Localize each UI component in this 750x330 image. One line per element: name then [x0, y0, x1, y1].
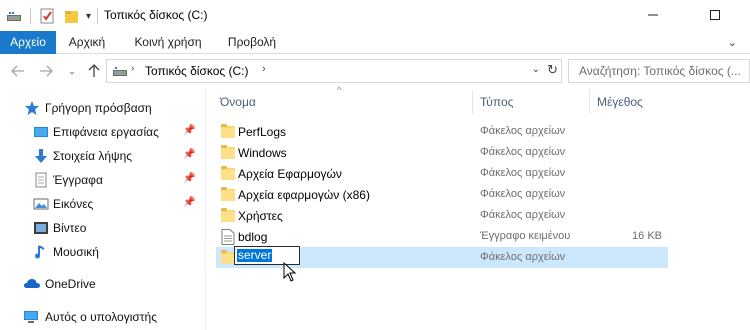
file-type: Φάκελος αρχείων: [480, 167, 566, 179]
nav-item-desktop[interactable]: Επιφάνεια εργασίας 📌: [0, 121, 204, 143]
nav-item-label: Στοιχεία λήψης: [53, 149, 133, 163]
column-header-type[interactable]: Τύπος: [473, 88, 589, 116]
ribbon-tabs: Αρχείο Αρχική Κοινή χρήση Προβολή ⌄: [0, 31, 750, 54]
file-name: Χρήστες: [238, 209, 283, 223]
pictures-icon: [33, 196, 49, 212]
nav-item-label: OneDrive: [45, 277, 96, 291]
folder-icon: [221, 250, 235, 264]
address-bar[interactable]: › Τοπικός δίσκος (C:) › ⌄ ↻: [106, 59, 562, 83]
drive-icon: [112, 64, 128, 81]
nav-item-quick-access[interactable]: Γρήγορη πρόσβαση: [0, 97, 204, 119]
properties-icon[interactable]: [40, 7, 55, 25]
file-type: Φάκελος αρχείων: [480, 125, 566, 137]
file-type: Έγγραφο κειμένου: [480, 230, 571, 242]
nav-item-label: Εικόνες: [53, 197, 94, 211]
nav-item-pictures[interactable]: Εικόνες 📌: [0, 193, 204, 215]
file-type: Φάκελος αρχείων: [480, 209, 566, 221]
nav-item-onedrive[interactable]: OneDrive: [0, 273, 204, 295]
mouse-cursor-icon: [283, 261, 297, 285]
navigation-bar: ⌄ › Τοπικός δίσκος (C:) › ⌄ ↻ Αναζήτηση:…: [0, 54, 750, 88]
chevron-right-icon[interactable]: ›: [131, 63, 134, 74]
title-bar: ▾ Τοπικός δίσκος (C:): [0, 0, 750, 31]
file-row[interactable]: Windows Φάκελος αρχείων: [216, 142, 668, 163]
navigation-pane: Γρήγορη πρόσβαση Επιφάνεια εργασίας 📌 Στ…: [0, 88, 204, 330]
search-placeholder: Αναζήτηση: Τοπικός δίσκος (...: [579, 64, 741, 78]
nav-item-label: Επιφάνεια εργασίας: [53, 125, 159, 139]
desktop-icon: [33, 124, 49, 140]
nav-item-label: Μουσική: [53, 245, 99, 259]
rename-selected-text: server: [237, 248, 273, 262]
music-icon: [33, 244, 49, 260]
column-header-name[interactable]: Όνομα: [216, 88, 472, 116]
nav-item-this-pc[interactable]: Αυτός ο υπολογιστής: [0, 306, 204, 328]
nav-item-videos[interactable]: Βίντεο: [0, 217, 204, 239]
chevron-down-icon[interactable]: ⌄: [532, 64, 540, 75]
file-size: 16 KB: [632, 230, 662, 242]
text-file-icon: [221, 229, 235, 245]
file-row[interactable]: PerfLogs Φάκελος αρχείων: [216, 121, 668, 142]
pin-icon[interactable]: 📌: [183, 173, 195, 184]
cloud-icon: [23, 276, 40, 292]
minimize-icon[interactable]: [630, 0, 676, 30]
folder-icon: [221, 124, 235, 138]
documents-icon: [33, 172, 49, 188]
up-arrow-icon[interactable]: [86, 63, 102, 79]
forward-arrow-icon[interactable]: [38, 63, 54, 79]
download-icon: [33, 148, 49, 164]
folder-icon: [221, 208, 235, 222]
chevron-right-icon[interactable]: ›: [262, 63, 266, 75]
file-row[interactable]: Χρήστες Φάκελος αρχείων: [216, 205, 668, 226]
star-icon: [24, 100, 40, 116]
file-name: bdlog: [238, 230, 268, 244]
file-type: Φάκελος αρχείων: [480, 146, 566, 158]
tab-home[interactable]: Αρχική: [60, 31, 114, 54]
maximize-icon[interactable]: [692, 0, 738, 30]
folder-icon: [221, 166, 235, 180]
file-name: Αρχεία Εφαρμογών: [238, 167, 342, 181]
expand-ribbon-icon[interactable]: ⌄: [728, 36, 737, 49]
file-type: Φάκελος αρχείων: [480, 251, 566, 263]
pane-divider[interactable]: [205, 88, 206, 330]
customize-toolbar-icon[interactable]: ▾: [86, 7, 91, 25]
tab-view[interactable]: Προβολή: [218, 31, 286, 54]
nav-item-label: Αυτός ο υπολογιστής: [45, 310, 157, 324]
file-name: Αρχεία εφαρμογών (x86): [238, 188, 370, 202]
nav-item-label: Βίντεο: [53, 221, 87, 235]
tab-file[interactable]: Αρχείο: [0, 31, 56, 54]
pin-icon[interactable]: 📌: [183, 125, 195, 136]
videos-icon: [33, 220, 49, 236]
nav-item-downloads[interactable]: Στοιχεία λήψης 📌: [0, 145, 204, 167]
nav-item-label: Γρήγορη πρόσβαση: [45, 101, 152, 115]
file-row[interactable]: Αρχεία εφαρμογών (x86) Φάκελος αρχείων: [216, 184, 668, 205]
column-header-label: Τύπος: [480, 95, 514, 109]
file-type: Φάκελος αρχείων: [480, 188, 566, 200]
folder-icon: [221, 145, 235, 159]
refresh-icon[interactable]: ↻: [547, 62, 558, 78]
back-arrow-icon[interactable]: [10, 63, 26, 79]
file-row[interactable]: bdlog Έγγραφο κειμένου 16 KB: [216, 226, 668, 247]
computer-icon: [23, 309, 39, 325]
nav-item-music[interactable]: Μουσική: [0, 241, 204, 263]
nav-item-label: Έγγραφα: [53, 173, 103, 187]
column-header-size[interactable]: Μέγεθος: [590, 88, 670, 116]
window-title: Τοπικός δίσκος (C:): [104, 8, 208, 22]
column-header-label: Μέγεθος: [597, 95, 643, 109]
tab-share[interactable]: Κοινή χρήση: [126, 31, 210, 54]
pin-icon[interactable]: 📌: [183, 197, 195, 208]
column-header-label: Όνομα: [220, 95, 256, 109]
pin-icon[interactable]: 📌: [183, 149, 195, 160]
file-row[interactable]: Αρχεία Εφαρμογών Φάκελος αρχείων: [216, 163, 668, 184]
file-name: PerfLogs: [238, 125, 287, 139]
address-path[interactable]: Τοπικός δίσκος (C:): [145, 64, 249, 78]
drive-icon: [6, 7, 22, 25]
file-name: Windows: [238, 146, 287, 160]
folder-icon: [221, 187, 235, 201]
nav-item-documents[interactable]: Έγγραφα 📌: [0, 169, 204, 191]
new-folder-icon[interactable]: [64, 7, 80, 25]
recent-locations-icon[interactable]: ⌄: [64, 63, 80, 79]
search-input[interactable]: Αναζήτηση: Τοπικός δίσκος (...: [568, 59, 750, 83]
